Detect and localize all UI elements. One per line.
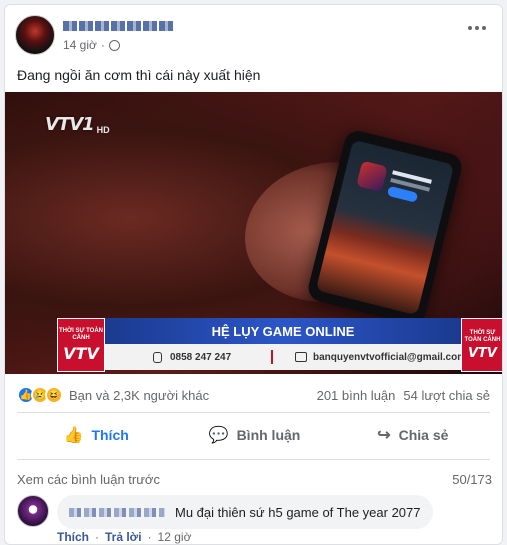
comment-label: Bình luận <box>236 427 301 443</box>
corner-logo-text: VTV <box>468 345 497 361</box>
post-video[interactable]: VTV1 HD THỜI SỰ TOÀN CẢNH VTV HỆ LỤY GAM… <box>5 92 502 374</box>
comment-button[interactable]: 💬 Bình luận <box>175 417 333 453</box>
commenter-name-redacted[interactable] <box>69 507 165 517</box>
more-dot-icon <box>482 26 486 30</box>
comments-header: Xem các bình luận trước 50/173 <box>17 472 492 487</box>
divider <box>17 412 490 413</box>
share-button[interactable]: ↪ Chia sẻ <box>334 417 492 453</box>
thumbs-up-icon: 👍 <box>63 427 84 444</box>
show-logo: THỜI SỰ TOÀN CẢNH VTV <box>57 318 105 372</box>
more-dot-icon <box>475 26 479 30</box>
meta-separator: · <box>147 530 152 544</box>
contact-phone-number: 0858 247 247 <box>170 351 232 363</box>
commenter-avatar[interactable] <box>17 495 49 527</box>
more-options-button[interactable] <box>462 17 492 39</box>
post-timestamp[interactable]: 14 giờ · <box>63 38 120 52</box>
post-time[interactable]: 14 giờ <box>63 38 97 52</box>
app-get-button <box>386 185 419 203</box>
like-button[interactable]: 👍 Thích <box>17 417 175 453</box>
meta-separator: · <box>95 530 99 544</box>
author-name[interactable] <box>63 17 173 33</box>
app-icon <box>356 160 388 193</box>
headline: HỆ LỤY GAME ONLINE <box>211 323 355 339</box>
view-previous-comments[interactable]: Xem các bình luận trước <box>17 472 160 487</box>
author-name-redacted <box>63 21 173 32</box>
mail-icon <box>295 352 307 362</box>
news-lower-third: THỜI SỰ TOÀN CẢNH VTV HỆ LỤY GAME ONLINE… <box>5 314 502 374</box>
comment-like-link[interactable]: Thích <box>57 530 89 544</box>
comment-time[interactable]: 12 giờ <box>158 530 192 544</box>
post-text: Đang ngồi ăn cơm thì cái này xuất hiện <box>17 67 261 83</box>
corner-logo: THỜI SỰ TOÀN CẢNH VTV <box>461 318 502 372</box>
comment-reply-link[interactable]: Trả lời <box>105 530 142 544</box>
globe-icon <box>108 39 120 51</box>
comment-actions: Thích · Trả lời · 12 giờ <box>57 530 191 544</box>
haha-icon: 😆 <box>45 386 63 404</box>
contact-email: banquyenvtvofficial@gmail.com <box>295 352 466 363</box>
show-logo-text: VTV <box>63 343 99 363</box>
comments-counter: 50/173 <box>452 472 492 487</box>
comment-icon: 💬 <box>208 427 229 444</box>
phone-icon <box>153 351 162 363</box>
channel-logo-text: VTV1 <box>45 114 95 135</box>
engagement-counts: 201 bình luận 54 lượt chia sẻ <box>317 388 490 403</box>
reaction-stats: 👍 😢 😆 Bạn và 2,3K người khác 201 bình lu… <box>5 381 502 409</box>
share-count[interactable]: 54 lượt chia sẻ <box>403 388 490 403</box>
reaction-summary[interactable]: 👍 😢 😆 Bạn và 2,3K người khác <box>17 386 209 404</box>
contact-separator <box>271 350 273 364</box>
corner-show-name: THỜI SỰ TOÀN CẢNH <box>464 329 501 343</box>
show-name: THỜI SỰ TOÀN CẢNH <box>59 327 103 341</box>
share-label: Chia sẻ <box>398 427 449 443</box>
app-listing-lines <box>392 170 432 184</box>
comment-bubble: Mu đại thiên sứ h5 game of The year 2077 <box>57 495 433 529</box>
reaction-count[interactable]: Bạn và 2,3K người khác <box>69 388 209 403</box>
headline-bar: HỆ LỤY GAME ONLINE <box>105 318 461 344</box>
contact-email-address: banquyenvtvofficial@gmail.com <box>313 351 467 363</box>
more-dot-icon <box>468 26 472 30</box>
contact-phone: 0858 247 247 <box>153 351 232 363</box>
channel-logo: VTV1 HD <box>45 114 110 135</box>
comment-item: Mu đại thiên sứ h5 game of The year 2077 <box>17 493 492 533</box>
comment-text: Mu đại thiên sứ h5 game of The year 2077 <box>175 504 421 520</box>
share-icon: ↪ <box>377 427 391 444</box>
post-actions: 👍 Thích 💬 Bình luận ↪ Chia sẻ <box>17 417 492 453</box>
post-card: 14 giờ · Đang ngồi ăn cơm thì cái này xu… <box>4 4 503 545</box>
hd-badge: HD <box>96 125 110 135</box>
like-label: Thích <box>91 427 129 443</box>
contact-bar: 0858 247 247 banquyenvtvofficial@gmail.c… <box>105 344 466 370</box>
separator-dot: · <box>100 38 105 52</box>
post-header: 14 giờ · <box>5 5 502 65</box>
divider <box>17 459 490 460</box>
author-avatar[interactable] <box>15 15 55 55</box>
comment-count[interactable]: 201 bình luận <box>317 388 396 403</box>
